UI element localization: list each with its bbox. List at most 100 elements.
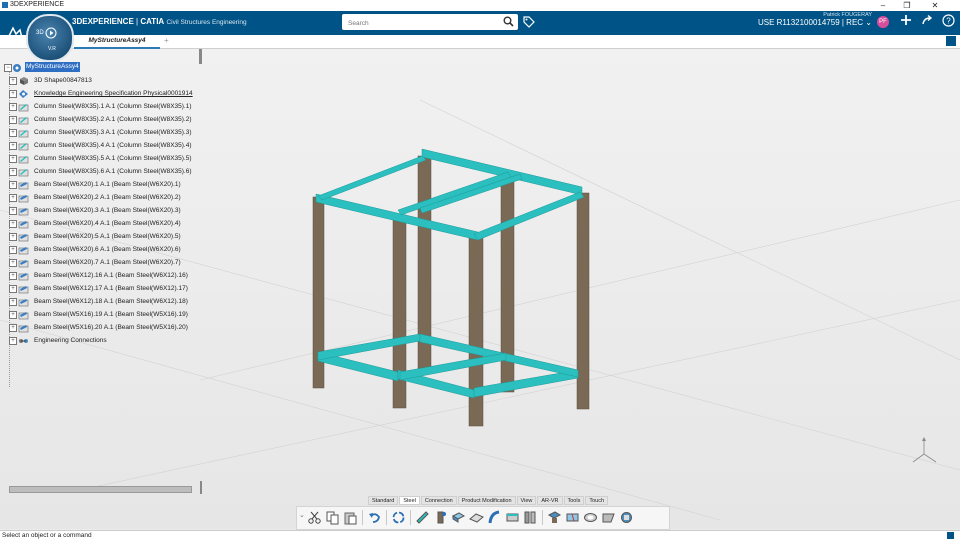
expand-toggle[interactable]: +: [9, 194, 17, 202]
status-icon[interactable]: [947, 532, 954, 539]
tree-item[interactable]: + Beam Steel(W6X20).4 A.1 (Beam Steel(W6X…: [4, 217, 202, 230]
help-icon[interactable]: ?: [942, 14, 955, 27]
cut-icon[interactable]: [307, 510, 322, 525]
member-icon[interactable]: [415, 510, 430, 525]
expand-toggle[interactable]: +: [9, 220, 17, 228]
cutback-icon[interactable]: [565, 510, 580, 525]
expand-toggle[interactable]: +: [9, 324, 17, 332]
tree-item[interactable]: + Beam Steel(W5X16).19 A.1 (Beam Steel(W5…: [4, 308, 202, 321]
search-box[interactable]: [342, 14, 518, 30]
tree-item[interactable]: + Column Steel(W8X35).5 A.1 (Column Steel…: [4, 152, 202, 165]
tree-item[interactable]: + Beam Steel(W6X20).7 A.1 (Beam Steel(W6X…: [4, 256, 202, 269]
tree-root[interactable]: − MyStructureAssy4: [4, 61, 202, 74]
expand-toggle[interactable]: +: [9, 207, 17, 215]
panel-divider[interactable]: [200, 481, 202, 494]
search-icon[interactable]: [503, 16, 514, 27]
tab-touch[interactable]: Touch: [585, 496, 609, 505]
tree-item[interactable]: + Beam Steel(W6X20).5 A.1 (Beam Steel(W6X…: [4, 230, 202, 243]
expand-toggle[interactable]: +: [9, 129, 17, 137]
curved-member-icon[interactable]: [487, 510, 502, 525]
tree-item[interactable]: + Column Steel(W8X35).1 A.1 (Column Steel…: [4, 100, 202, 113]
column-tool-icon[interactable]: [433, 510, 448, 525]
expand-icon[interactable]: [946, 36, 956, 46]
opening-icon[interactable]: [583, 510, 598, 525]
minimize-button[interactable]: –: [872, 0, 894, 11]
beam-top-left[interactable]: [317, 155, 427, 201]
column-right[interactable]: [576, 192, 590, 410]
expand-toggle[interactable]: +: [9, 246, 17, 254]
expand-toggle[interactable]: +: [9, 337, 17, 345]
paste-icon[interactable]: [343, 510, 358, 525]
tree-item[interactable]: + Beam Steel(W6X20).1 A.1 (Beam Steel(W6X…: [4, 178, 202, 191]
tree-item[interactable]: + Column Steel(W8X35).6 A.1 (Column Steel…: [4, 165, 202, 178]
expand-toggle[interactable]: +: [9, 116, 17, 124]
tab-standard[interactable]: Standard: [368, 496, 399, 505]
tree-item[interactable]: + Beam Steel(W5X16).20 A.1 (Beam Steel(W5…: [4, 321, 202, 334]
tree-horizontal-scrollbar[interactable]: [9, 486, 192, 493]
chevron-down-icon[interactable]: ⌄: [299, 511, 305, 519]
expand-toggle[interactable]: +: [9, 103, 17, 111]
search-input[interactable]: [346, 16, 500, 30]
update-icon[interactable]: [391, 510, 406, 525]
share-icon[interactable]: [921, 14, 933, 26]
endcut-icon[interactable]: [601, 510, 616, 525]
tree-item[interactable]: +3D Shape00847813: [4, 74, 202, 87]
play-icon[interactable]: [45, 27, 57, 39]
tab-ar-vr[interactable]: AR-VR: [537, 496, 563, 505]
add-tab-icon[interactable]: +: [164, 36, 169, 45]
tab-product-modification[interactable]: Product Modification: [457, 496, 516, 505]
expand-toggle[interactable]: +: [9, 168, 17, 176]
expand-toggle[interactable]: +: [9, 181, 17, 189]
tree-item[interactable]: + Column Steel(W8X35).2 A.1 (Column Steel…: [4, 113, 202, 126]
tag-icon[interactable]: [523, 16, 535, 28]
tab-steel[interactable]: Steel: [399, 496, 420, 505]
tree-item[interactable]: + Beam Steel(W6X20).3 A.1 (Beam Steel(W6X…: [4, 204, 202, 217]
tree-item[interactable]: + Beam Steel(W6X20).6 A.1 (Beam Steel(W6X…: [4, 243, 202, 256]
avatar[interactable]: PF: [877, 16, 889, 28]
tree-item[interactable]: + Beam Steel(W6X20).2 A.1 (Beam Steel(W6X…: [4, 191, 202, 204]
expand-toggle[interactable]: +: [9, 155, 17, 163]
expand-toggle[interactable]: +: [9, 272, 17, 280]
user-credentials[interactable]: USE R1132100014759 | REC ⌄: [758, 18, 872, 27]
tree-item[interactable]: + Beam Steel(W6X12).18 A.1 (Beam Steel(W6…: [4, 295, 202, 308]
expand-toggle[interactable]: +: [9, 77, 17, 85]
tree-vertical-scrollbar[interactable]: [199, 49, 202, 64]
expand-toggle[interactable]: +: [9, 90, 17, 98]
tree-item[interactable]: + Column Steel(W8X35).3 A.1 (Column Steel…: [4, 126, 202, 139]
tab-mystructureassy4[interactable]: MyStructureAssy4: [74, 35, 160, 49]
3d-viewport[interactable]: − MyStructureAssy4 +3D Shape00847813 + Kno…: [0, 49, 960, 529]
compass[interactable]: 3D V.R: [26, 14, 74, 62]
tree-item[interactable]: + Beam Steel(W6X12).16 A.1 (Beam Steel(W6…: [4, 269, 202, 282]
chevron-down-icon[interactable]: ⌄: [865, 18, 872, 27]
expand-toggle[interactable]: +: [9, 311, 17, 319]
plate-icon[interactable]: [451, 510, 466, 525]
collapse-toggle[interactable]: −: [4, 64, 12, 72]
add-icon[interactable]: [900, 14, 912, 26]
restore-button[interactable]: ❐: [896, 0, 918, 11]
slab-icon[interactable]: [469, 510, 484, 525]
copy-icon[interactable]: [325, 510, 340, 525]
expand-toggle[interactable]: +: [9, 298, 17, 306]
tree-item[interactable]: + Column Steel(W8X35).4 A.1 (Column Steel…: [4, 139, 202, 152]
beam-bottom-mid[interactable]: [399, 352, 507, 381]
stiffener-icon[interactable]: [523, 510, 538, 525]
beam-bottom-right[interactable]: [473, 369, 579, 398]
tab-view[interactable]: View: [516, 496, 537, 505]
connection-icon[interactable]: [547, 510, 562, 525]
tab-tools[interactable]: Tools: [563, 496, 585, 505]
expand-toggle[interactable]: +: [9, 233, 17, 241]
expand-toggle[interactable]: +: [9, 142, 17, 150]
axis-triad-icon[interactable]: [909, 436, 939, 466]
assembly-tool-icon[interactable]: [619, 510, 634, 525]
expand-toggle[interactable]: +: [9, 285, 17, 293]
tree-item[interactable]: + Engineering Connections: [4, 334, 202, 347]
tab-connection[interactable]: Connection: [420, 496, 457, 505]
undo-icon[interactable]: [367, 510, 382, 525]
user-info[interactable]: Patrick FOUGERAY USE R1132100014759 | RE…: [758, 12, 872, 27]
tree-item[interactable]: + Knowledge Engineering Specification Phy…: [4, 87, 202, 100]
close-window-button[interactable]: ✕: [924, 0, 946, 11]
beam-tool-icon[interactable]: [505, 510, 520, 525]
beam-top-right[interactable]: [473, 191, 585, 241]
expand-toggle[interactable]: +: [9, 259, 17, 267]
beam-top-mid[interactable]: [397, 171, 512, 216]
